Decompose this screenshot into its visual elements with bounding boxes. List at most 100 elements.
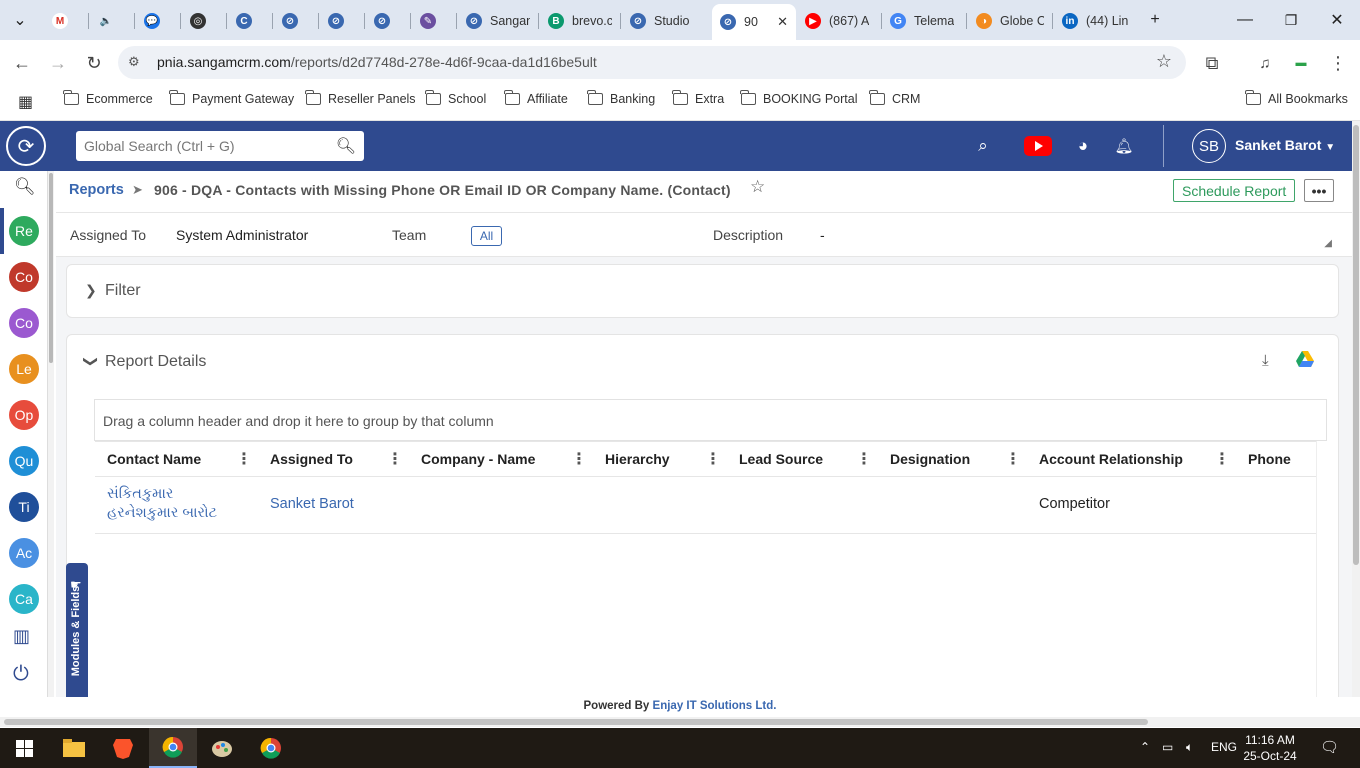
report-details-title[interactable]: Report Details [105, 353, 206, 371]
url-omnibox[interactable]: ⚙ pnia.sangamcrm.com/reports/d2d7748d-27… [118, 46, 1186, 79]
tab-search-icon[interactable]: ⌄ [7, 8, 33, 32]
browser-tab[interactable]: ⊘ [366, 6, 410, 36]
extensions-icon[interactable]: ⧉ [1199, 50, 1225, 76]
bookmark-folder[interactable]: Extra [672, 90, 724, 106]
column-header-hierarchy[interactable]: Hierarchy [605, 451, 670, 467]
file-explorer-icon[interactable] [50, 728, 98, 768]
globe-icon[interactable]: ◕ [1071, 134, 1095, 158]
global-search-input[interactable] [76, 131, 334, 161]
page-vertical-scrollbar[interactable] [1352, 121, 1360, 697]
group-by-dropzone[interactable]: Drag a column header and drop it here to… [94, 399, 1327, 441]
notification-icon[interactable]: 🗨︎ [1320, 738, 1339, 756]
sidebar-module-item[interactable]: Ti [9, 492, 39, 522]
bookmark-star-icon[interactable]: ☆ [1156, 51, 1172, 72]
bookmark-folder[interactable]: Payment Gateway [169, 90, 294, 106]
reload-icon[interactable]: ↻ [81, 50, 107, 76]
close-window-button[interactable]: ✕ [1324, 8, 1350, 32]
browser-tab[interactable]: C [228, 6, 272, 36]
avatar[interactable]: SB [1192, 129, 1226, 163]
browser-tab[interactable]: ✎ [412, 6, 456, 36]
site-info-icon[interactable]: ⚙ [128, 54, 140, 70]
column-menu-icon[interactable]: ⋮ [571, 449, 587, 469]
url-text[interactable]: pnia.sangamcrm.com/reports/d2d7748d-278e… [157, 54, 597, 70]
maximize-button[interactable]: ❐ [1278, 8, 1304, 32]
paint-icon[interactable] [198, 728, 246, 768]
sidebar-module-item[interactable]: Op [9, 400, 39, 430]
power-icon[interactable]: ⏻ [13, 663, 29, 686]
browser-tab[interactable]: M [44, 6, 88, 36]
app-logo[interactable]: ⟳ [6, 126, 46, 166]
search-icon[interactable]: 🔍︎ [336, 136, 356, 156]
language-indicator[interactable]: ENG [1211, 740, 1237, 754]
close-tab-icon[interactable]: ✕ [777, 14, 788, 30]
apps-grid-icon[interactable]: ▦ [18, 92, 33, 112]
new-tab-button[interactable]: + [1142, 8, 1168, 32]
brave-browser-icon[interactable] [99, 728, 147, 768]
browser-tab[interactable]: ▶ (867) A [797, 6, 881, 36]
footer-company-link[interactable]: Enjay IT Solutions Ltd. [653, 700, 777, 712]
browser-tab[interactable]: 🔈 [90, 6, 134, 36]
sidebar-module-item[interactable]: Re [9, 216, 39, 246]
column-menu-icon[interactable]: ⋮ [236, 449, 252, 469]
bell-icon[interactable]: 🔔︎ [1112, 134, 1136, 158]
sidebar-module-item[interactable]: Ac [9, 538, 39, 568]
tray-expand-icon[interactable]: ⌃ [1140, 740, 1150, 754]
bookmark-folder[interactable]: School [425, 90, 486, 106]
column-header-assigned-to[interactable]: Assigned To [270, 451, 353, 467]
bookmark-folder[interactable]: CRM [869, 90, 920, 106]
browser-tab[interactable]: 💬 [136, 6, 180, 36]
chrome-profile-icon[interactable] [247, 728, 295, 768]
browser-tab[interactable]: ◎ [182, 6, 226, 36]
bookmark-folder[interactable]: BOOKING Portal [740, 90, 857, 106]
filter-title[interactable]: Filter [105, 282, 141, 300]
bookmark-folder[interactable]: Affiliate [504, 90, 568, 106]
youtube-icon[interactable] [1024, 136, 1052, 156]
column-header-designation[interactable]: Designation [890, 451, 970, 467]
browser-tab[interactable]: ⊘ Studio [622, 6, 710, 36]
modules-fields-tab[interactable]: ☛ Modules & Fields [66, 563, 88, 697]
browser-tab[interactable]: in (44) Lin [1054, 6, 1138, 36]
google-drive-icon[interactable] [1296, 351, 1314, 367]
schedule-report-button[interactable]: Schedule Report [1173, 179, 1296, 202]
assigned-to-link[interactable]: Sanket Barot [270, 496, 354, 512]
browser-tab[interactable]: ⊘ [274, 6, 318, 36]
sidebar-scrollbar[interactable] [48, 171, 54, 697]
more-actions-button[interactable]: ••• [1304, 179, 1334, 202]
bookmark-folder[interactable]: Banking [587, 90, 655, 106]
minimize-button[interactable]: — [1232, 8, 1258, 32]
table-row[interactable]: સંકિતકુમાર હરનેશકુમાર બારોટ Sanket Barot… [95, 477, 1316, 534]
column-header-account-relationship[interactable]: Account Relationship [1039, 451, 1183, 467]
grid-scrollbar[interactable] [1316, 441, 1327, 697]
windows-start-icon[interactable] [0, 728, 48, 768]
browser-tab[interactable]: ⊘ [320, 6, 364, 36]
favorite-star-icon[interactable]: ☆ [750, 177, 765, 197]
sidebar-module-item[interactable]: Co [9, 262, 39, 292]
browser-tab[interactable]: Bbrevo.c [540, 6, 620, 36]
column-header-lead-source[interactable]: Lead Source [739, 451, 823, 467]
column-menu-icon[interactable]: ⋮ [1214, 449, 1230, 469]
browser-menu-icon[interactable]: ⋮ [1325, 50, 1351, 76]
intercom-icon[interactable]: ▥ [13, 626, 30, 647]
chrome-icon[interactable] [149, 728, 197, 768]
network-icon[interactable]: ▭ [1162, 740, 1173, 754]
user-menu[interactable]: Sanket Barot ▼ [1235, 137, 1335, 153]
all-bookmarks-link[interactable]: All Bookmarks [1245, 90, 1348, 106]
browser-tab[interactable]: ◑ Globe C [968, 6, 1052, 36]
system-clock[interactable]: 11:16 AM 25-Oct-24 [1240, 732, 1300, 764]
column-menu-icon[interactable]: ⋮ [387, 449, 403, 469]
download-icon[interactable]: ⤓ [1262, 352, 1269, 369]
bookmark-folder[interactable]: Ecommerce [63, 90, 153, 106]
bookmark-folder[interactable]: Reseller Panels [305, 90, 416, 106]
column-menu-icon[interactable]: ⋮ [705, 449, 721, 469]
chevron-down-icon[interactable]: ❯ [82, 356, 99, 368]
browser-tab[interactable]: ⊘ 90 ✕ [712, 4, 796, 40]
search-icon[interactable]: 🔍︎ [14, 177, 36, 197]
media-control-icon[interactable]: ♫ [1252, 50, 1278, 76]
volume-icon[interactable]: 🔈︎ [1186, 740, 1193, 755]
resize-handle-icon[interactable]: ◢ [1324, 238, 1332, 249]
column-menu-icon[interactable]: ⋮ [856, 449, 872, 469]
description-value[interactable]: - [820, 227, 825, 243]
sidebar-module-item[interactable]: Ca [9, 584, 39, 614]
contact-name-link[interactable]: સંકિતકુમાર હરનેશકુમાર બારોટ [107, 485, 217, 523]
sidebar-module-item[interactable]: Co [9, 308, 39, 338]
